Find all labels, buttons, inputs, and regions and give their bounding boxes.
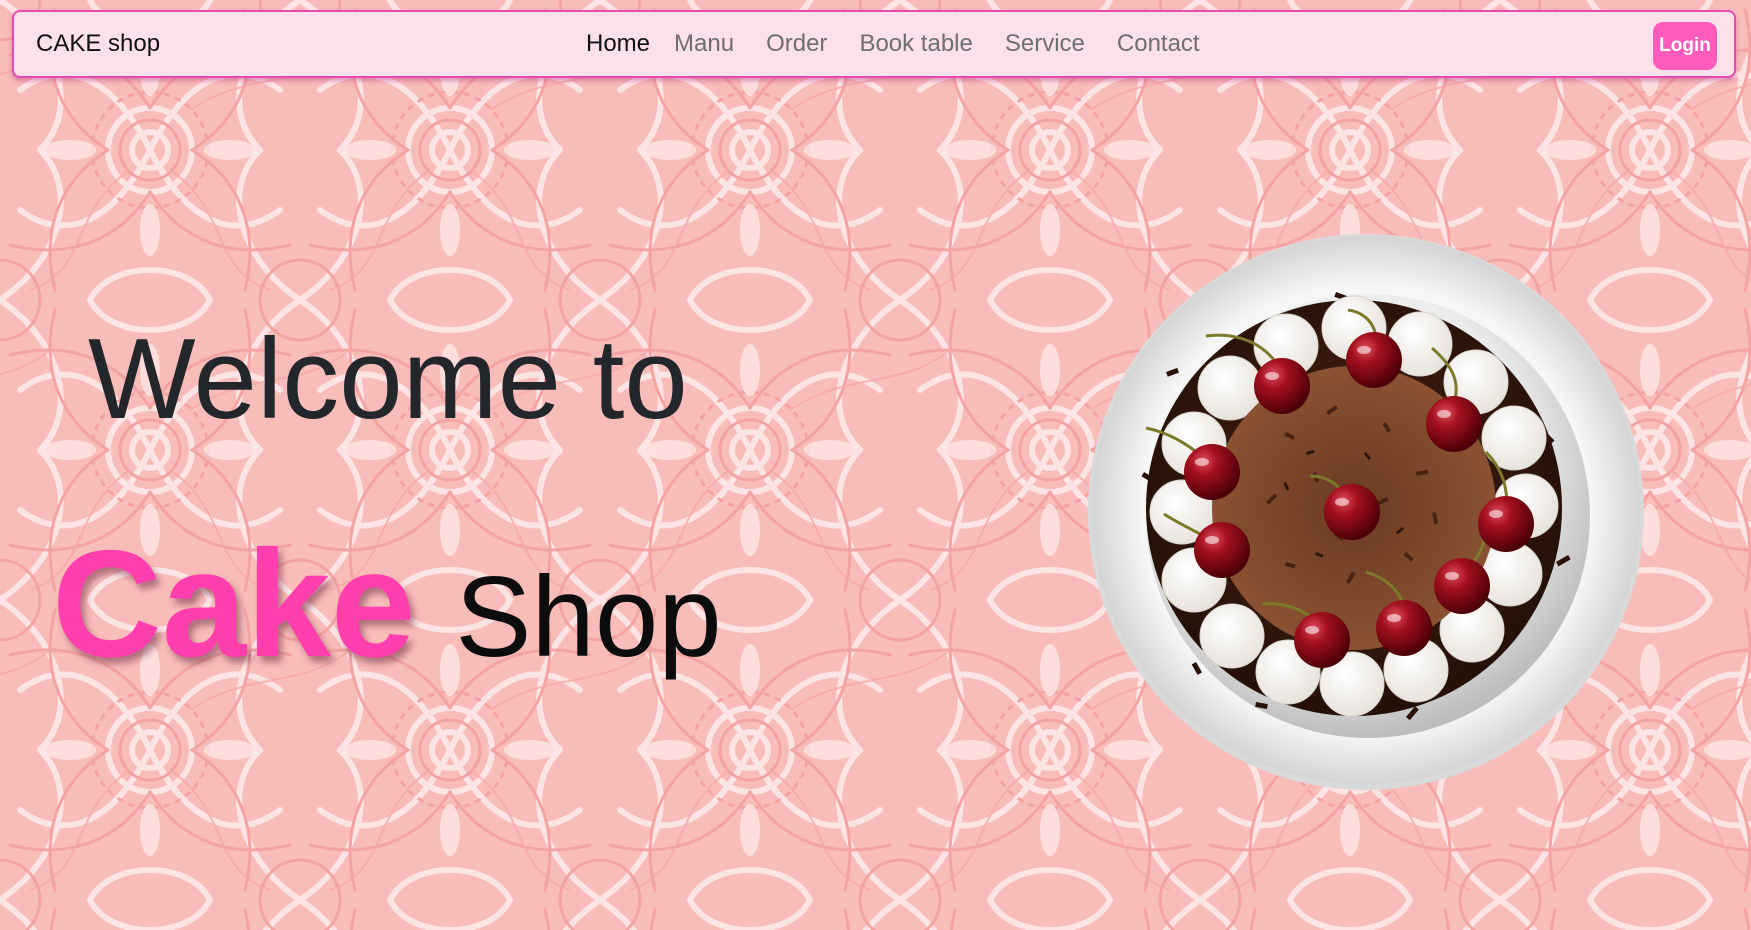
navbar: CAKE shop Home Manu Order Book table Ser… (12, 10, 1736, 78)
hero-title: Cake Shop (52, 524, 722, 684)
nav-item-order[interactable]: Order (766, 30, 827, 58)
nav-item-service[interactable]: Service (1005, 30, 1085, 58)
cake-image (1088, 234, 1644, 790)
nav-item-manu[interactable]: Manu (674, 30, 734, 58)
hero-welcome-text: Welcome to (88, 316, 688, 443)
nav-menu: Home Manu Order Book table Service Conta… (586, 30, 1200, 58)
hero-shop-word: Shop (455, 554, 722, 681)
nav-item-home[interactable]: Home (586, 30, 650, 58)
nav-item-book-table[interactable]: Book table (859, 30, 972, 58)
login-button[interactable]: Login (1653, 22, 1717, 70)
hero-cake-word: Cake (52, 519, 416, 689)
nav-item-contact[interactable]: Contact (1117, 30, 1200, 58)
brand-logo[interactable]: CAKE shop (36, 30, 160, 58)
